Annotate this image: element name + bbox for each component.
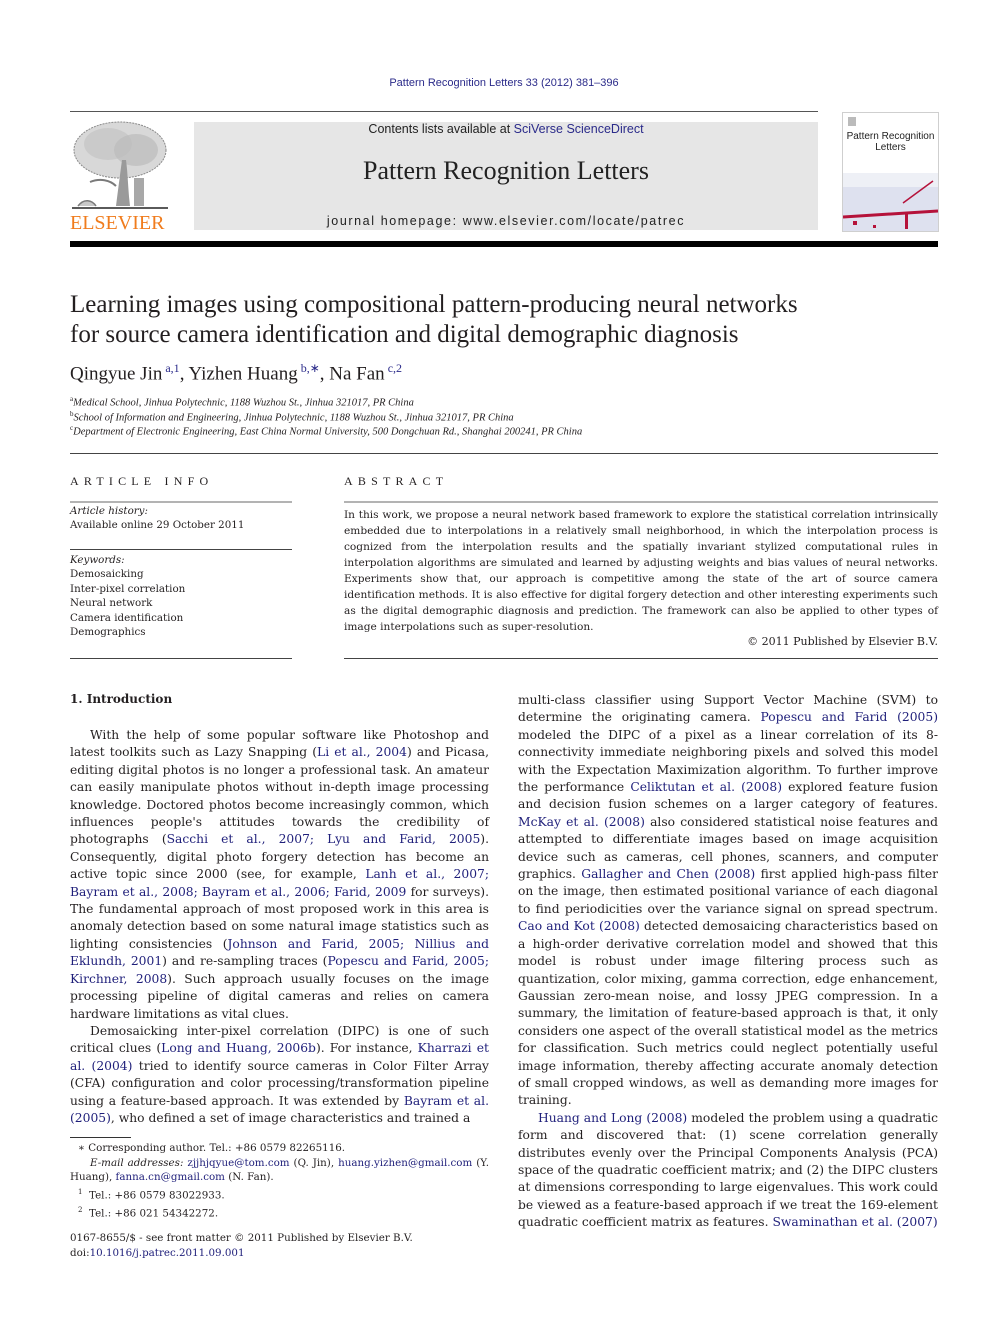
contents-availability: Contents lists available at SciVerse Sci… [194,122,818,136]
paragraph: multi-class classifier using Support Vec… [518,692,938,1110]
article-title-line1: Learning images using compositional patt… [70,291,798,318]
tree-icon [72,121,168,209]
paragraph: Huang and Long (2008) modeled the proble… [518,1110,938,1232]
keyword-item: Demographics [70,626,146,639]
keyword-item: Neural network [70,597,153,610]
affiliation-text: Medical School, Jinhua Polytechnic, 1188… [73,397,414,409]
elsevier-wordmark: ELSEVIER [70,212,165,234]
footnote-text: Tel.: +86 021 54342272. [89,1207,219,1220]
footnote-1: 1 Tel.: +86 0579 83022933. [78,1187,225,1202]
journal-homepage-link[interactable]: journal homepage: www.elsevier.com/locat… [194,214,818,228]
text-run: modeled the problem using a quadratic fo… [518,1110,938,1230]
journal-banner: Contents lists available at SciVerse Sci… [194,122,818,230]
body-column-left: With the help of some popular software l… [70,727,489,1127]
author-affiliation-marks[interactable]: c,2 [385,361,402,375]
keywords-block: Keywords: Demosaicking Inter-pixel corre… [70,553,292,639]
doi-prefix: doi: [70,1246,90,1259]
doi-link[interactable]: 10.1016/j.patrec.2011.09.001 [90,1247,245,1259]
author-affiliation-marks[interactable]: b,∗ [298,361,320,375]
footnote-emails: E-mail addresses: zjjhjqyue@tom.com (Q. … [70,1156,489,1185]
footnote-corresponding: ∗ Corresponding author. Tel.: +86 0579 8… [78,1142,346,1154]
section-divider [70,453,938,454]
affiliation-text: School of Information and Engineering, J… [73,412,514,424]
history-value: Available online 29 October 2011 [70,519,245,532]
footnote-2: 2 Tel.: +86 021 54342272. [78,1205,219,1220]
citation-link[interactable]: Popescu and Farid (2005) [761,710,939,724]
citation-link[interactable]: Swaminathan et al. (2007) [772,1215,937,1229]
citation-link[interactable]: McKay et al. (2008) [518,815,645,829]
abstract-text: In this work, we propose a neural networ… [344,509,938,633]
text-run: ) and re-sampling traces ( [162,954,328,969]
article-title: Learning images using compositional patt… [70,290,930,350]
sciencedirect-link[interactable]: SciVerse ScienceDirect [514,122,644,136]
affiliation-text: Department of Electronic Engineering, Ea… [73,426,583,438]
citation-link[interactable]: Sacchi et al., 2007; Lyu and Farid, 2005 [167,832,481,846]
author-name: Yizhen Huang [188,363,298,385]
affiliation-b: bSchool of Information and Engineering, … [70,410,514,424]
paragraph: Demosaicking inter-pixel correlation (DI… [70,1023,489,1127]
footnotes: ∗ Corresponding author. Tel.: +86 0579 8… [70,1141,489,1221]
text-run: ). For instance, [315,1041,418,1056]
header-thick-rule [70,241,938,247]
author-name: Na Fan [329,363,385,385]
body-column-right: multi-class classifier using Support Vec… [518,692,938,1232]
affiliation-c: cDepartment of Electronic Engineering, E… [70,424,582,438]
citation-link[interactable]: Li et al., 2004 [317,745,407,759]
author-list: Qingyue Jin a,1, Yizhen Huang b,∗, Na Fa… [70,361,402,385]
footnote-text: Tel.: +86 0579 83022933. [89,1189,225,1202]
citation-link[interactable]: Huang and Long (2008) [538,1111,687,1125]
cover-artwork [843,173,938,231]
article-info-heading: ARTICLE INFO [70,474,214,488]
doi-line: doi:10.1016/j.patrec.2011.09.001 [70,1246,489,1261]
journal-reference-link[interactable]: Pattern Recognition Letters 33 (2012) 38… [0,77,992,89]
front-matter: 0167-8655/$ - see front matter © 2011 Pu… [70,1231,489,1260]
abstract-copyright: © 2011 Published by Elsevier B.V. [747,635,938,648]
article-info-rule [70,501,292,503]
email-owner: (N. Fan). [224,1171,274,1184]
email-label: E-mail addresses: [90,1156,184,1169]
cover-title-line2: Letters [875,142,906,153]
article-info-rule [70,549,292,550]
cover-title-line1: Pattern Recognition [846,131,935,142]
keywords-label: Keywords: [70,554,125,566]
issn-copyright: 0167-8655/$ - see front matter © 2011 Pu… [70,1232,413,1244]
abstract-rule [344,501,938,503]
citation-link[interactable]: Celiktutan et al. (2008) [630,780,782,794]
keyword-item: Camera identification [70,611,184,624]
cover-title: Pattern Recognition Letters [843,131,938,153]
affiliation-a: aMedical School, Jinhua Polytechnic, 118… [70,395,414,409]
citation-link[interactable]: Long and Huang, 2006b [161,1041,316,1055]
email-link[interactable]: huang.yizhen@gmail.com [338,1157,472,1169]
author-name: Qingyue Jin [70,363,163,385]
cover-publisher-icon [848,117,856,126]
keyword-item: Inter-pixel correlation [70,582,186,595]
footnote-rule [70,1137,131,1138]
abstract-rule [344,658,938,659]
citation-link[interactable]: Cao and Kot (2008) [518,919,640,933]
text-run: detected demosaicing characteristics bas… [518,919,938,1108]
author-separator: , [319,363,330,385]
article-history: Article history: Available online 29 Oct… [70,504,292,533]
paragraph: With the help of some popular software l… [70,727,489,1023]
journal-cover-thumbnail: Pattern Recognition Letters [842,112,939,232]
citation-link[interactable]: Gallagher and Chen (2008) [581,867,755,881]
history-label: Article history: [70,505,148,517]
abstract-heading: ABSTRACT [344,474,449,488]
text-run: , who defined a set of image characteris… [110,1110,471,1125]
journal-title: Pattern Recognition Letters [363,156,649,185]
author-affiliation-marks[interactable]: a,1 [162,361,179,375]
article-title-line2: for source camera identification and dig… [70,321,739,348]
contents-prefix: Contents lists available at [368,122,514,136]
section-heading-introduction: 1. Introduction [70,692,173,706]
keyword-item: Demosaicking [70,568,144,581]
email-link[interactable]: zjjhjqyue@tom.com [187,1157,289,1169]
email-owner: (Q. Jin), [289,1156,339,1169]
email-link[interactable]: fanna.cn@gmail.com [116,1171,225,1183]
header-rule [70,111,818,112]
article-info-rule [70,658,292,659]
